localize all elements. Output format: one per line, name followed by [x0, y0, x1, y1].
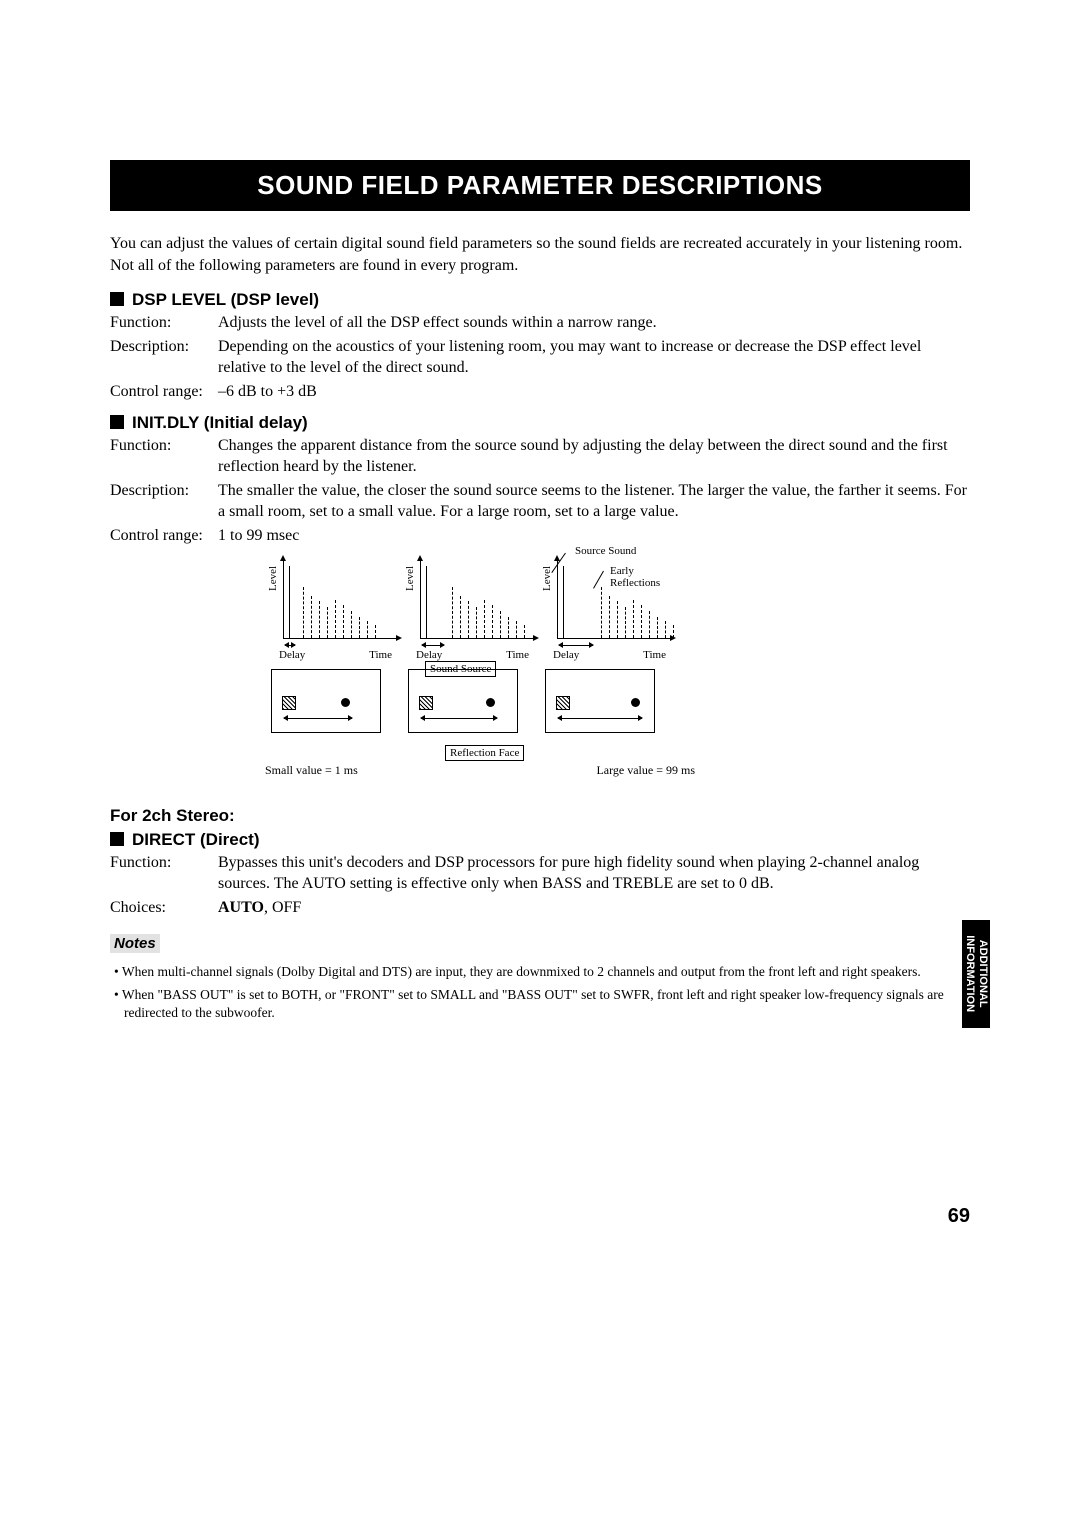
chart-label-pair: Delay Time — [402, 649, 539, 661]
delay-chart-large: Level — [539, 559, 674, 649]
distance-arrow — [558, 718, 642, 719]
y-axis-label: Level — [404, 565, 416, 590]
bars-container — [424, 565, 531, 638]
dsp-function-row: Function: Adjusts the level of all the D… — [110, 312, 970, 334]
label-control-range: Control range: — [110, 525, 218, 547]
value-captions: Small value = 1 ms Large value = 99 ms — [265, 763, 695, 778]
x-axis — [557, 638, 672, 639]
bars-container — [561, 565, 668, 638]
room-box-large — [545, 669, 655, 733]
y-axis-label: Level — [541, 565, 553, 590]
side-tab-line2: INFORMATION — [964, 936, 976, 1013]
direct-choices-value: AUTO, OFF — [218, 897, 970, 919]
callout-reflection-face: Reflection Face — [445, 745, 524, 761]
choices-bold: AUTO — [218, 899, 264, 916]
source-dot-icon — [341, 698, 350, 707]
square-bullet-icon — [110, 292, 124, 306]
listener-icon — [282, 696, 296, 710]
time-label: Time — [643, 649, 666, 661]
small-value-caption: Small value = 1 ms — [265, 763, 358, 778]
label-description: Description: — [110, 480, 218, 523]
charts-row: Level Level Level — [265, 559, 970, 649]
direct-function-value: Bypasses this unit's decoders and DSP pr… — [218, 852, 970, 895]
source-dot-icon — [631, 698, 640, 707]
direct-choices-row: Choices: AUTO, OFF — [110, 897, 970, 919]
y-axis-label: Level — [267, 565, 279, 590]
param-heading-init-dly: INIT.DLY (Initial delay) — [110, 413, 970, 433]
side-tab-line1: ADDITIONAL — [977, 940, 989, 1008]
delay-label: Delay — [553, 649, 579, 661]
delay-span-arrow — [559, 645, 593, 646]
initial-delay-diagram: Source Sound Early Reflections Level Lev… — [265, 559, 970, 778]
initdly-range-value: 1 to 99 msec — [218, 525, 970, 547]
label-function: Function: — [110, 312, 218, 334]
param-heading-direct: DIRECT (Direct) — [110, 830, 970, 850]
page: SOUND FIELD PARAMETER DESCRIPTIONS You c… — [0, 0, 1080, 1528]
label-description: Description: — [110, 336, 218, 379]
label-control-range: Control range: — [110, 381, 218, 403]
initdly-description-row: Description: The smaller the value, the … — [110, 480, 970, 523]
direct-function-row: Function: Bypasses this unit's decoders … — [110, 852, 970, 895]
initdly-range-row: Control range: 1 to 99 msec — [110, 525, 970, 547]
y-axis — [283, 559, 284, 639]
delay-chart-medium: Level — [402, 559, 537, 649]
section-tab: ADDITIONAL INFORMATION — [962, 920, 990, 1028]
delay-span-arrow — [422, 645, 444, 646]
stereo-subheading: For 2ch Stereo: — [110, 806, 970, 826]
page-title: SOUND FIELD PARAMETER DESCRIPTIONS — [110, 160, 970, 211]
choices-rest: , OFF — [264, 899, 301, 916]
dsp-range-row: Control range: –6 dB to +3 dB — [110, 381, 970, 403]
initdly-function-value: Changes the apparent distance from the s… — [218, 435, 970, 478]
delay-span-arrow — [285, 645, 295, 646]
heading-text: INIT.DLY (Initial delay) — [132, 413, 308, 432]
initdly-description-value: The smaller the value, the closer the so… — [218, 480, 970, 523]
dsp-description-value: Depending on the acoustics of your liste… — [218, 336, 970, 379]
square-bullet-icon — [110, 415, 124, 429]
delay-label: Delay — [416, 649, 442, 661]
param-heading-dsp-level: DSP LEVEL (DSP level) — [110, 290, 970, 310]
heading-text: DIRECT (Direct) — [132, 830, 260, 849]
chart-label-pair: Delay Time — [539, 649, 676, 661]
label-function: Function: — [110, 852, 218, 895]
time-label: Time — [369, 649, 392, 661]
label-function: Function: — [110, 435, 218, 478]
x-axis — [283, 638, 398, 639]
dsp-function-value: Adjusts the level of all the DSP effect … — [218, 312, 970, 334]
intro-text: You can adjust the values of certain dig… — [110, 233, 970, 276]
delay-label: Delay — [279, 649, 305, 661]
listener-icon — [419, 696, 433, 710]
chart-label-pair: Delay Time — [265, 649, 402, 661]
notes-heading: Notes — [110, 934, 160, 953]
page-number: 69 — [948, 1205, 970, 1228]
distance-arrow — [284, 718, 352, 719]
source-dot-icon — [486, 698, 495, 707]
chart-axis-labels: Delay Time Delay Time Delay Time — [265, 649, 970, 661]
x-axis — [420, 638, 535, 639]
dsp-description-row: Description: Depending on the acoustics … — [110, 336, 970, 379]
dsp-range-value: –6 dB to +3 dB — [218, 381, 970, 403]
y-axis — [557, 559, 558, 639]
note-item: When "BASS OUT" is set to BOTH, or "FRON… — [110, 986, 970, 1022]
distance-arrow — [421, 718, 497, 719]
room-box-small — [271, 669, 381, 733]
delay-chart-small: Level — [265, 559, 400, 649]
room-diagrams-row — [271, 669, 970, 733]
heading-text: DSP LEVEL (DSP level) — [132, 290, 319, 309]
listener-icon — [556, 696, 570, 710]
initdly-function-row: Function: Changes the apparent distance … — [110, 435, 970, 478]
y-axis — [420, 559, 421, 639]
note-item: When multi-channel signals (Dolby Digita… — [110, 963, 970, 981]
bars-container — [287, 565, 394, 638]
time-label: Time — [506, 649, 529, 661]
callout-source-sound: Source Sound — [575, 545, 636, 557]
room-box-medium — [408, 669, 518, 733]
square-bullet-icon — [110, 832, 124, 846]
label-choices: Choices: — [110, 897, 218, 919]
large-value-caption: Large value = 99 ms — [596, 763, 695, 778]
